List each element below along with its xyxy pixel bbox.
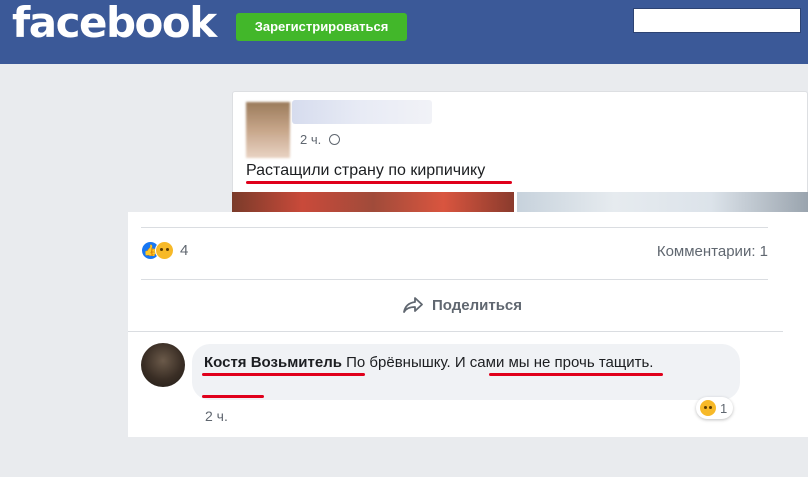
comment-reaction-badge[interactable]: 1 [696, 397, 734, 419]
facebook-logo[interactable]: facebook [12, 0, 217, 46]
share-arrow-icon [403, 297, 423, 313]
post-photo-left[interactable] [232, 192, 514, 212]
red-underline-annotation [246, 181, 512, 184]
divider [128, 331, 783, 332]
divider [141, 227, 768, 228]
comment-text-part2: И сами мы не прочь тащить. [454, 354, 654, 371]
reaction-summary[interactable]: 👍 4 [141, 241, 188, 260]
red-underline-annotation [202, 395, 264, 398]
red-underline-annotation [202, 373, 365, 376]
share-button[interactable]: Поделиться [402, 296, 522, 314]
login-email-input[interactable] [633, 8, 801, 33]
post-photo-right[interactable] [517, 192, 808, 212]
post-author-name-blurred[interactable] [292, 100, 432, 124]
page-background-strip [128, 437, 808, 477]
comment-author[interactable]: Костя Возьмитель [204, 354, 342, 371]
post-timestamp[interactable]: 2 ч. [300, 132, 321, 147]
divider [141, 279, 768, 280]
comment-reaction-count: 1 [720, 400, 728, 416]
red-underline-annotation [489, 373, 663, 376]
globe-icon [328, 134, 340, 145]
post-meta: 2 ч. [300, 132, 340, 147]
comment-text-part1: По брёвнышку. [346, 354, 451, 371]
comment-bubble: Костя Возьмитель По брёвнышку. И сами мы… [192, 344, 740, 400]
comments-count-link[interactable]: Комментарии: 1 [657, 243, 768, 260]
top-header: facebook Зарегистрироваться [0, 0, 808, 64]
sad-reaction-icon [155, 241, 174, 260]
commenter-avatar[interactable] [141, 343, 185, 387]
share-label: Поделиться [432, 296, 523, 314]
reaction-count: 4 [180, 242, 189, 259]
post-text: Растащили страну по кирпичику [246, 162, 486, 179]
signup-button[interactable]: Зарегистрироваться [236, 13, 407, 41]
comment-timestamp[interactable]: 2 ч. [205, 408, 228, 424]
sad-reaction-icon [699, 399, 717, 417]
post-author-avatar-blurred[interactable] [246, 102, 290, 158]
